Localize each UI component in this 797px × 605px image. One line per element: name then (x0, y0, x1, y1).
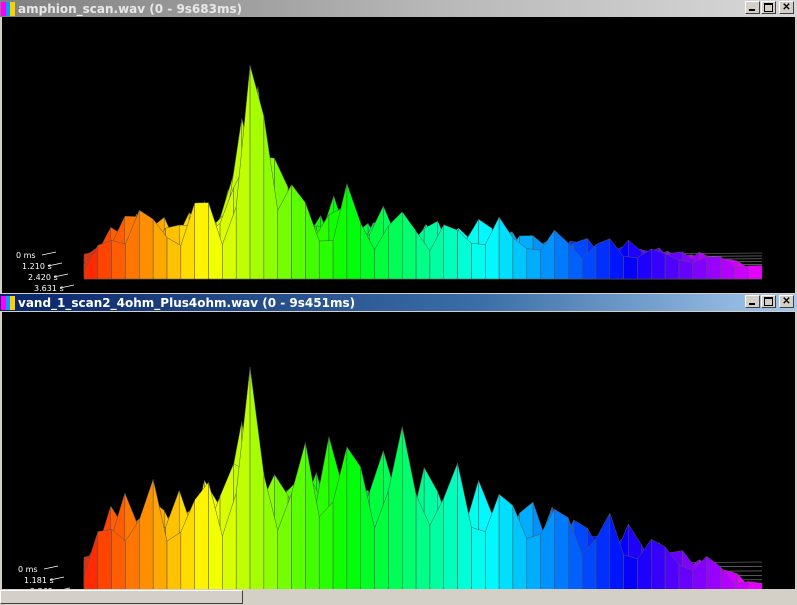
waterfall-svg: 0 ms1.181 s2.362 s3.544 s (18, 366, 763, 589)
spectrum-facet (97, 529, 112, 589)
time-axis-label: 3.631 s (34, 284, 64, 293)
spectrum-facet (706, 256, 721, 280)
close-button[interactable]: ✕ (779, 295, 794, 308)
spectrum-facet (609, 237, 624, 280)
spectrum-facet (139, 479, 154, 589)
time-axis-label: 0 ms (16, 251, 36, 260)
spectrum-facet (346, 183, 361, 280)
spectrum-facet (208, 202, 223, 280)
spectrum-app-icon[interactable] (1, 1, 16, 16)
spectrum-facet (554, 508, 569, 589)
time-axis-tick (41, 251, 57, 256)
spectrum-facet (623, 256, 638, 280)
spectrum-facet (194, 481, 209, 589)
spectrum-facet (526, 533, 541, 589)
spectrum-facet (540, 508, 555, 589)
spectrum-facet (443, 224, 458, 280)
title-bar[interactable]: vand_1_scan2_4ohm_Plus4ohm.wav (0 - 9s45… (0, 294, 797, 311)
spectrum-facet (401, 426, 417, 589)
spectrum-facet (401, 210, 417, 280)
spectrum-facet (747, 265, 763, 280)
spectrum-facet (471, 242, 486, 280)
spectrum-facet (540, 229, 555, 280)
spectrum-app-icon[interactable] (1, 295, 16, 310)
spectrum-facet (249, 65, 265, 280)
spectrum-facet (623, 554, 638, 589)
window-title: amphion_scan.wav (0 - 9s683ms) (18, 1, 243, 16)
time-axis-label: 0 ms (18, 565, 38, 574)
spectrum-facet (166, 531, 182, 589)
spectrum-window-1[interactable]: amphion_scan.wav (0 - 9s683ms) ✕ 0 ms 1.2… (0, 0, 797, 293)
waterfall-svg: 0 ms 1.210 s 2.420 s 3.631 s (16, 65, 763, 293)
spectrum-slice (83, 65, 763, 280)
spectrum-facet (595, 513, 611, 589)
horizontal-scrollbar[interactable] (0, 589, 797, 605)
spectrum-facet (318, 240, 334, 280)
title-bar[interactable]: amphion_scan.wav (0 - 9s683ms) ✕ (0, 0, 797, 17)
spectrum-facet (471, 526, 486, 589)
minimize-button[interactable] (745, 1, 760, 14)
spectrum-facet (388, 211, 403, 280)
spectrum-facet (609, 513, 624, 589)
spectrum-facet (734, 265, 749, 280)
spectrum-facet (651, 248, 666, 280)
time-axis-label: 1.181 s (24, 576, 54, 585)
spectrum-facet (595, 238, 611, 280)
spectrum-facet (747, 581, 763, 589)
spectrum-facet (97, 240, 112, 280)
spectrum-facet (291, 442, 306, 589)
spectrum-facet (706, 555, 721, 589)
maximize-button[interactable] (761, 295, 776, 308)
spectrum-facet (305, 442, 320, 589)
spectrum-facet (346, 446, 361, 589)
spectrum-facet (249, 366, 265, 589)
spectrum-facet (152, 479, 168, 589)
time-axis-label: 2.420 s (28, 273, 58, 282)
maximize-button[interactable] (761, 1, 776, 14)
spectrum-facet (263, 116, 278, 280)
spectrum-window-2[interactable]: vand_1_scan2_4ohm_Plus4ohm.wav (0 - 9s45… (0, 294, 797, 589)
window-title: vand_1_scan2_4ohm_Plus4ohm.wav (0 - 9s45… (18, 295, 356, 310)
spectrum-facet (651, 538, 666, 589)
spectrum-facet (498, 216, 514, 280)
spectrum-facet (305, 202, 320, 280)
spectrum-facet (111, 240, 126, 280)
spectrum-facet (457, 463, 472, 589)
spectrum-facet (554, 229, 569, 280)
spectrum-facet (678, 259, 694, 280)
spectrum-facet (180, 202, 195, 280)
spectrum-facet (194, 202, 209, 280)
waterfall-plot[interactable]: 0 ms 1.210 s 2.420 s 3.631 s (2, 17, 795, 293)
scrollbar-thumb[interactable] (0, 590, 243, 604)
time-axis-label: 1.210 s (22, 262, 52, 271)
spectrum-facet (291, 183, 306, 280)
spectrum-facet (318, 501, 334, 589)
spectrum-facet (526, 248, 541, 280)
spectrum-facet (388, 426, 403, 589)
time-axis-tick (43, 565, 59, 570)
waterfall-plot[interactable]: 0 ms1.181 s2.362 s3.544 s (2, 312, 795, 589)
close-button[interactable]: ✕ (779, 1, 794, 14)
spectrum-facet (443, 463, 458, 589)
minimize-button[interactable] (745, 295, 760, 308)
spectrum-facet (332, 183, 348, 280)
spectrum-facet (498, 493, 514, 589)
spectrum-facet (235, 366, 251, 589)
spectrum-facet (139, 209, 154, 280)
